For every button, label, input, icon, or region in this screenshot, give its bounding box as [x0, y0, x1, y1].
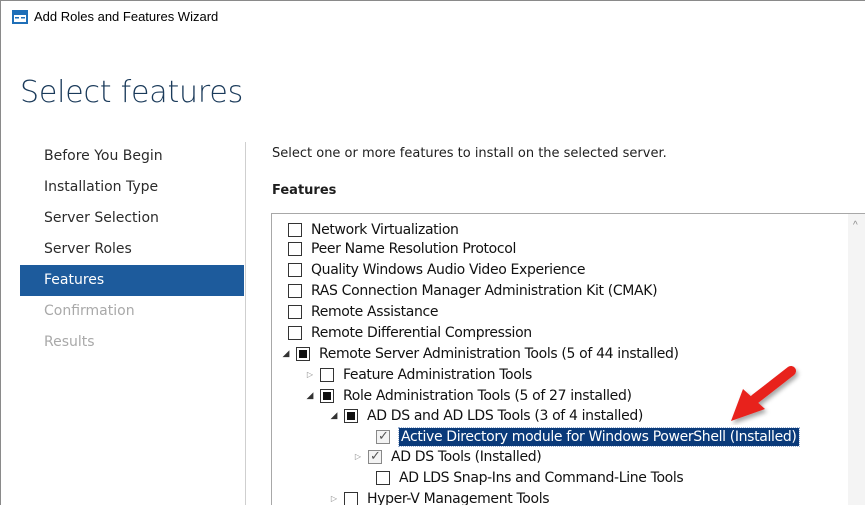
- features-tree[interactable]: Network Virtualization Peer Name Resolut…: [271, 213, 865, 505]
- checkbox[interactable]: [344, 408, 358, 423]
- checkbox[interactable]: [320, 388, 334, 403]
- nav-divider: [245, 142, 246, 505]
- tree-item-hyperv-tools[interactable]: ▷ Hyper-V Management Tools: [328, 488, 550, 505]
- nav-item-server-selection[interactable]: Server Selection: [20, 203, 244, 234]
- checkbox[interactable]: [288, 304, 302, 319]
- wizard-nav: Before You Begin Installation Type Serve…: [20, 141, 244, 358]
- checkbox[interactable]: [344, 491, 358, 505]
- expanded-arrow-icon[interactable]: ◢: [280, 348, 292, 360]
- checkbox[interactable]: [296, 346, 310, 361]
- tree-item-label: Remote Server Administration Tools (5 of…: [319, 345, 679, 362]
- tree-item-label: Peer Name Resolution Protocol: [311, 240, 516, 257]
- intro-text: Select one or more features to install o…: [272, 146, 667, 161]
- checkbox[interactable]: [288, 325, 302, 340]
- tree-item-network-virtualization[interactable]: Network Virtualization: [288, 219, 459, 240]
- nav-item-features[interactable]: Features: [20, 265, 244, 296]
- tree-item-rsat[interactable]: ◢ Remote Server Administration Tools (5 …: [280, 343, 679, 364]
- expanded-arrow-icon[interactable]: ◢: [304, 390, 316, 402]
- tree-item-remote-assistance[interactable]: Remote Assistance: [288, 301, 438, 322]
- nav-item-before-you-begin[interactable]: Before You Begin: [20, 141, 244, 172]
- tree-item-feature-admin-tools[interactable]: ▷ Feature Administration Tools: [304, 364, 532, 385]
- tree-item-label: Remote Assistance: [311, 303, 439, 320]
- checkbox[interactable]: [288, 241, 302, 256]
- nav-item-results: Results: [44, 334, 95, 350]
- tree-item-label: Role Administration Tools (5 of 27 insta…: [343, 387, 632, 404]
- page-title: Select features: [20, 75, 244, 110]
- tree-item-label: Feature Administration Tools: [343, 366, 532, 383]
- tree-item-pnrp[interactable]: Peer Name Resolution Protocol: [288, 238, 516, 259]
- tree-item-label: AD LDS Snap-Ins and Command-Line Tools: [399, 469, 684, 486]
- tree-item-label: Network Virtualization: [311, 221, 459, 238]
- checkbox[interactable]: [376, 470, 390, 485]
- scroll-up-icon[interactable]: ^: [853, 221, 861, 231]
- nav-item-installation-type[interactable]: Installation Type: [20, 172, 244, 203]
- title-bar: Add Roles and Features Wizard: [1, 1, 865, 31]
- tree-item-rdc[interactable]: Remote Differential Compression: [288, 322, 532, 343]
- tree-item-adds-adlds-tools[interactable]: ◢ AD DS and AD LDS Tools (3 of 4 install…: [328, 405, 644, 426]
- checkbox[interactable]: [376, 428, 390, 444]
- tree-item-adds-tools[interactable]: ▷ AD DS Tools (Installed): [352, 446, 542, 467]
- vertical-scrollbar[interactable]: ^: [848, 214, 865, 505]
- expanded-arrow-icon[interactable]: ◢: [328, 410, 340, 422]
- checkbox[interactable]: [288, 222, 302, 237]
- collapsed-arrow-icon[interactable]: ▷: [304, 369, 316, 381]
- checkbox[interactable]: [288, 283, 302, 298]
- collapsed-arrow-icon[interactable]: ▷: [328, 493, 340, 505]
- window-title: Add Roles and Features Wizard: [34, 9, 219, 24]
- tree-item-label-selected: Active Directory module for Windows Powe…: [398, 426, 800, 447]
- tree-item-role-admin-tools[interactable]: ◢ Role Administration Tools (5 of 27 ins…: [304, 385, 632, 406]
- tree-item-adlds-snapins[interactable]: AD LDS Snap-Ins and Command-Line Tools: [376, 467, 684, 488]
- tree-item-label: RAS Connection Manager Administration Ki…: [311, 282, 658, 299]
- server-manager-app-icon: [12, 10, 28, 24]
- tree-item-label: AD DS and AD LDS Tools (3 of 4 installed…: [367, 407, 644, 424]
- tree-item-ad-powershell-module[interactable]: Active Directory module for Windows Powe…: [376, 426, 800, 447]
- tree-item-qwave[interactable]: Quality Windows Audio Video Experience: [288, 259, 585, 280]
- nav-item-server-roles[interactable]: Server Roles: [20, 234, 244, 265]
- tree-item-label: AD DS Tools (Installed): [391, 448, 542, 465]
- checkbox[interactable]: [288, 262, 302, 277]
- checkbox[interactable]: [320, 367, 334, 382]
- tree-item-label: Quality Windows Audio Video Experience: [311, 261, 586, 278]
- tree-item-cmak[interactable]: RAS Connection Manager Administration Ki…: [288, 280, 658, 301]
- tree-item-label: Hyper-V Management Tools: [367, 490, 550, 505]
- features-heading: Features: [272, 183, 337, 198]
- checkbox[interactable]: [368, 448, 382, 464]
- wizard-window: Add Roles and Features Wizard Select fea…: [0, 0, 865, 505]
- nav-item-confirmation: Confirmation: [44, 303, 135, 319]
- collapsed-arrow-icon[interactable]: ▷: [352, 451, 364, 463]
- tree-item-label: Remote Differential Compression: [311, 324, 532, 341]
- red-arrow-annotation-icon: [731, 366, 796, 421]
